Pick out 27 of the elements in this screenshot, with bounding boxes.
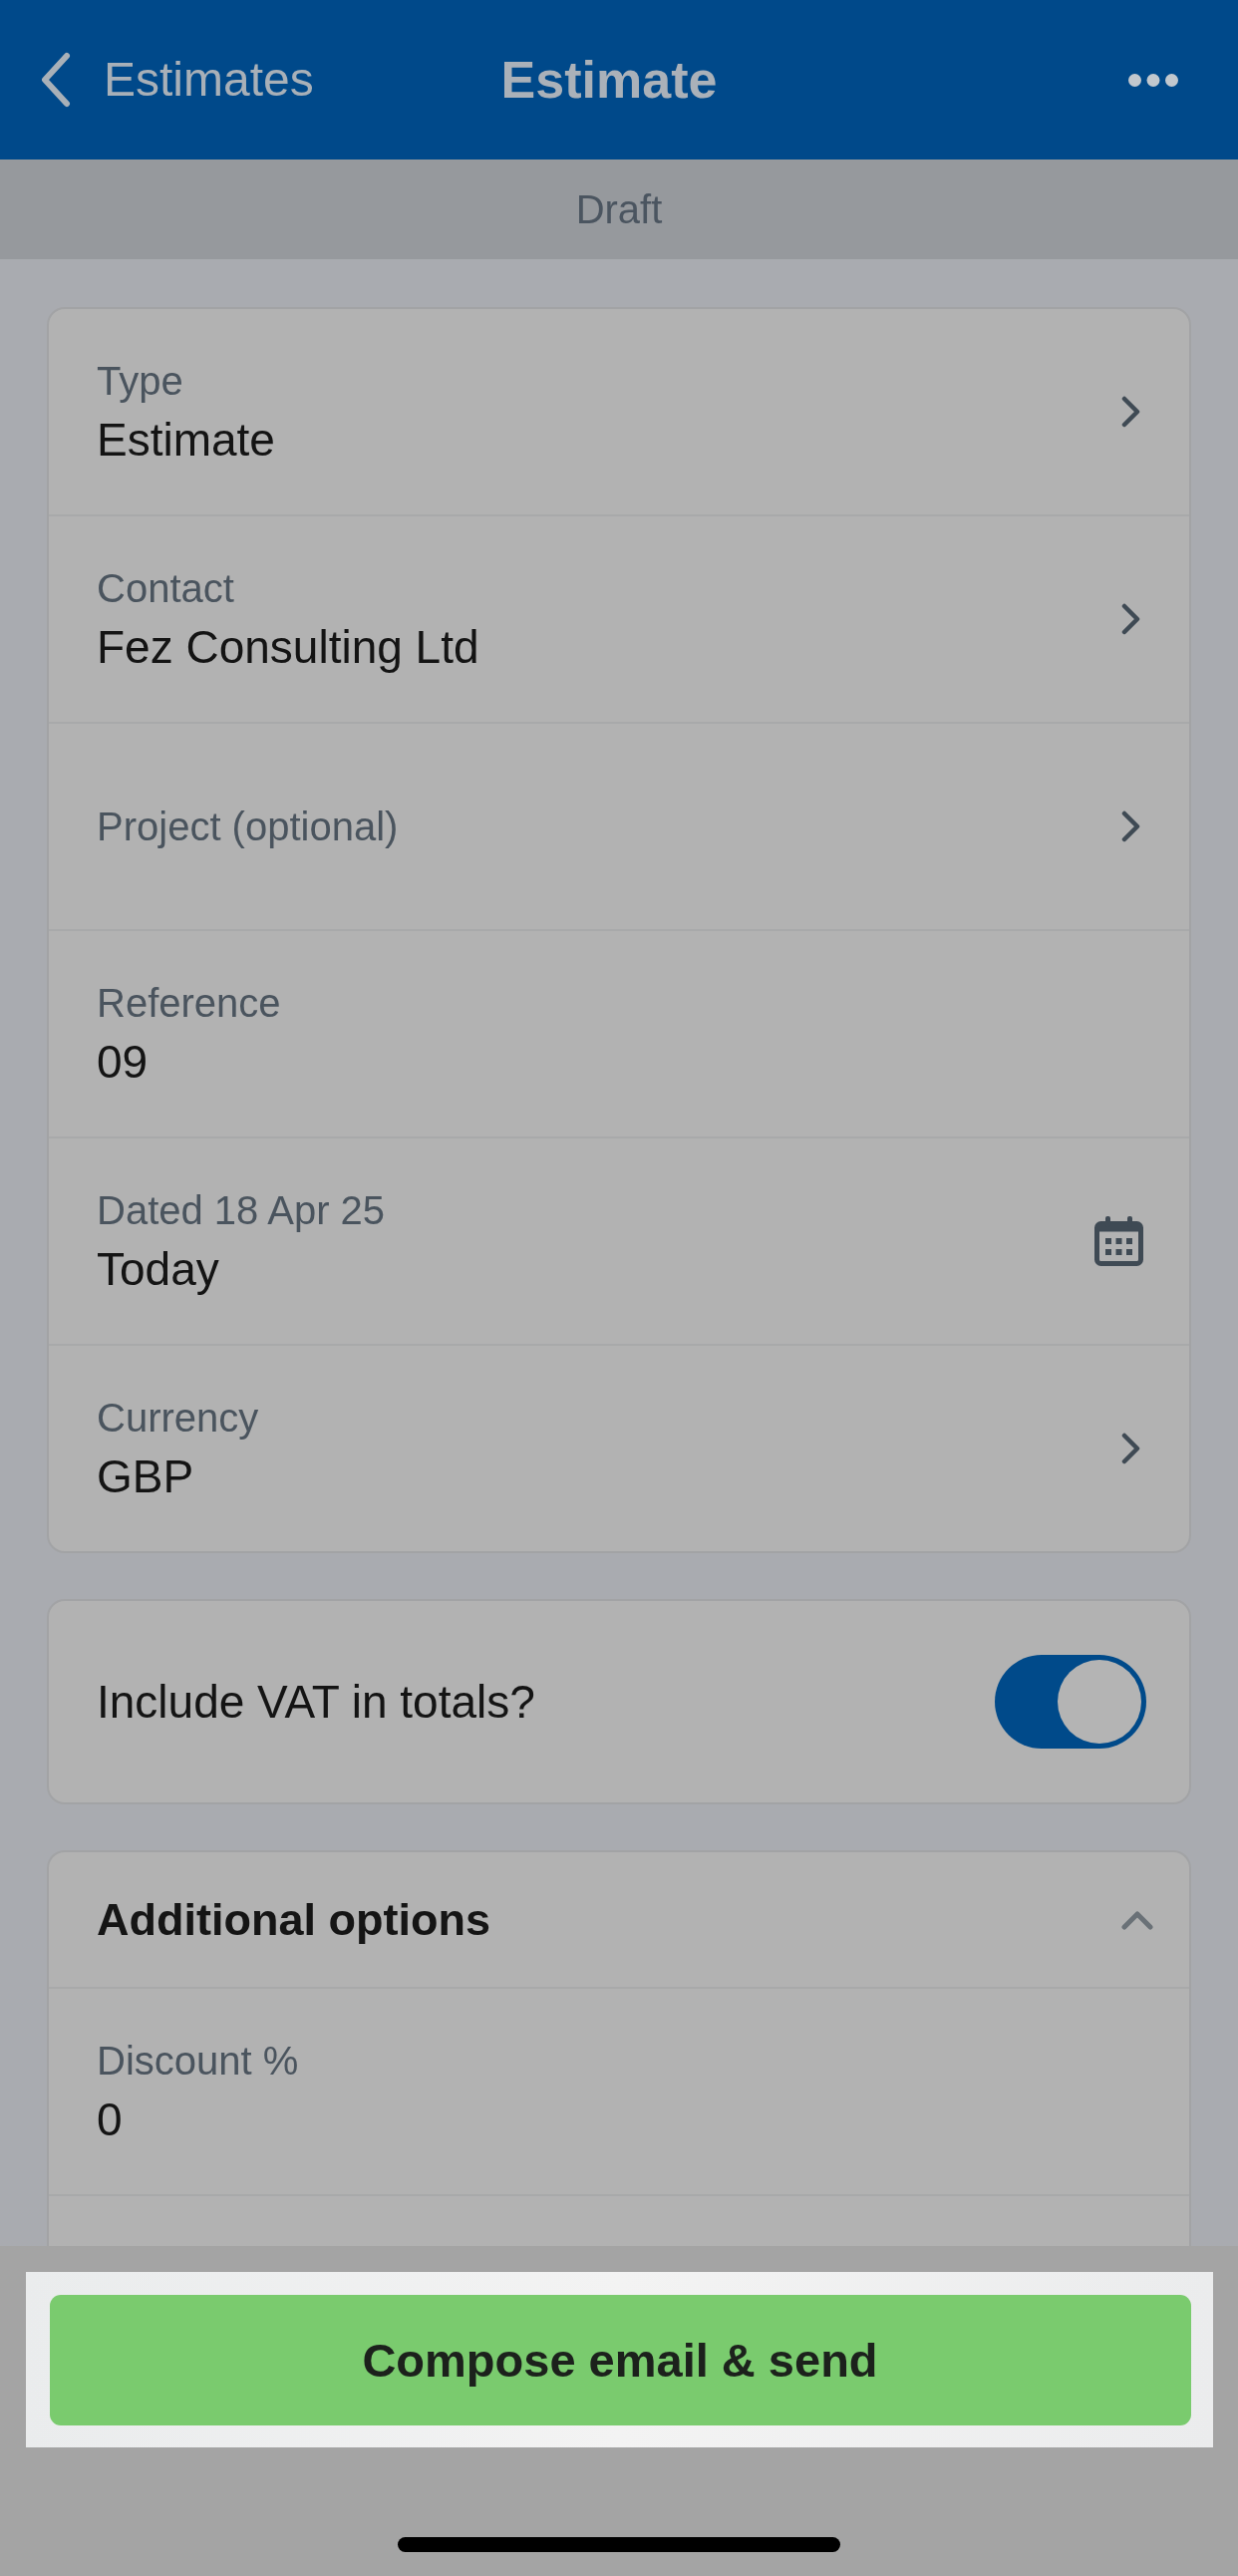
field-label: Type (97, 357, 184, 404)
field-label: Currency (97, 1394, 260, 1441)
screen-title: Estimate (500, 49, 718, 111)
field-value: Today (97, 1242, 220, 1296)
section-title: Additional options (97, 1892, 491, 1947)
field-value: Fez Consulting Ltd (97, 620, 480, 674)
field-value: GBP (97, 1449, 195, 1503)
field-label: Reference (97, 979, 282, 1026)
compose-send-button[interactable]: Compose email & send (49, 2295, 1191, 2425)
back-button[interactable]: Estimates (40, 51, 314, 109)
chevron-up-icon[interactable] (1121, 1908, 1153, 1931)
chevron-left-icon (40, 52, 72, 108)
field-value: 0 (97, 2093, 124, 2146)
field-label: Project (optional) (97, 804, 400, 849)
calendar-icon[interactable] (1094, 1216, 1143, 1266)
chevron-right-icon[interactable] (1121, 396, 1141, 428)
chevron-right-icon[interactable] (1121, 810, 1141, 842)
field-label: Discount % (97, 2037, 300, 2084)
field-value: 09 (97, 1035, 150, 1089)
more-icon[interactable] (1128, 73, 1178, 87)
toggle-label: Include VAT in totals? (97, 1675, 536, 1729)
chevron-right-icon[interactable] (1121, 1433, 1141, 1464)
status-label: Draft (575, 186, 663, 233)
field-label: Dated 18 Apr 25 (97, 1186, 387, 1233)
field-value: Estimate (97, 413, 276, 467)
field-label: Contact (97, 564, 235, 611)
chevron-right-icon[interactable] (1121, 603, 1141, 635)
